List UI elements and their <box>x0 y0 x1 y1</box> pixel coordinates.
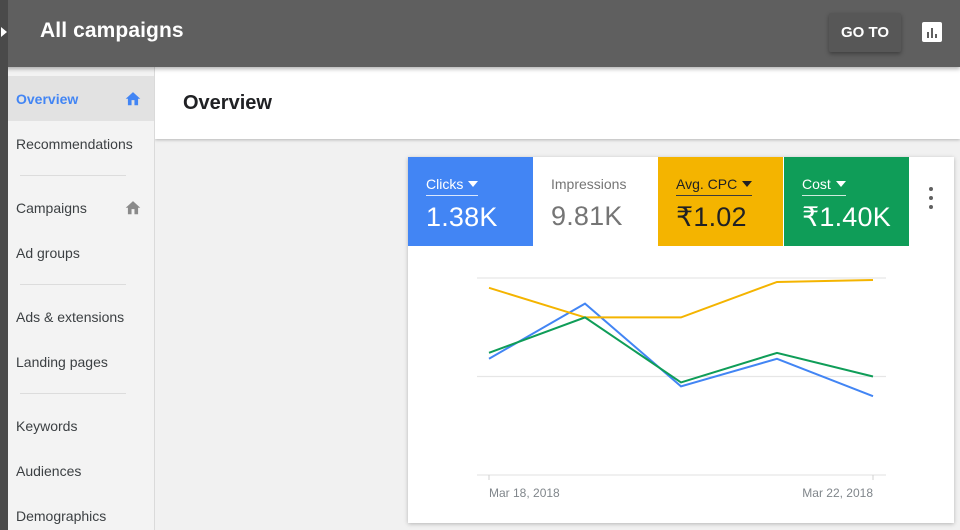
caret-down-icon <box>835 181 846 187</box>
sidebar-divider <box>20 284 126 285</box>
series-line-cost[interactable] <box>488 316 874 384</box>
sidebar-item-label: Overview <box>16 90 79 107</box>
metric-clicks[interactable]: Clicks 1.38K <box>408 157 533 246</box>
metric-value: 1.38K <box>426 202 498 232</box>
sidebar-divider <box>20 393 126 394</box>
top-header: All campaigns GO TO <box>0 0 960 67</box>
metric-impressions[interactable]: Impressions 9.81K <box>533 157 658 246</box>
metric-selector[interactable]: Cost <box>802 176 846 196</box>
metric-selector[interactable]: Avg. CPC <box>676 176 753 196</box>
sidebar-item-label: Demographics <box>16 507 107 524</box>
page-title: Overview <box>183 92 272 114</box>
page-scope-title: All campaigns <box>40 19 184 42</box>
sidebar-item-demographics[interactable]: Demographics <box>8 493 154 530</box>
metric-label: Cost <box>802 176 831 192</box>
sidebar-item-ads-extensions[interactable]: Ads & extensions <box>8 294 154 339</box>
sidebar-item-label: Keywords <box>16 417 78 434</box>
sidebar-item-campaigns[interactable]: Campaigns <box>8 185 154 230</box>
page-title-bar: Overview <box>155 67 960 139</box>
sidebar-item-label: Ads & extensions <box>16 308 125 325</box>
caret-down-icon <box>468 181 479 187</box>
sidebar-divider <box>20 175 126 176</box>
series-line-avg-cpc[interactable] <box>488 278 874 319</box>
metric-value: ₹1.40K <box>802 202 891 232</box>
metric-label: Clicks <box>426 176 464 192</box>
home-icon <box>125 92 141 106</box>
sidebar-toggle[interactable] <box>0 0 8 530</box>
more-vert-icon[interactable] <box>924 187 938 209</box>
bar-chart-icon[interactable] <box>922 22 942 42</box>
sidebar-item-audiences[interactable]: Audiences <box>8 448 154 493</box>
performance-chart-card: Clicks 1.38K Impressions 9.81K Avg. CPC … <box>408 157 954 523</box>
sidebar-item-label: Ad groups <box>16 244 80 261</box>
metric-selector[interactable]: Clicks <box>426 176 479 196</box>
caret-down-icon <box>742 181 753 187</box>
expand-arrow-icon <box>1 27 7 37</box>
sidebar-item-label: Audiences <box>16 462 82 479</box>
sidebar-item-landing-pages[interactable]: Landing pages <box>8 339 154 384</box>
home-icon <box>125 201 141 215</box>
metric-value: ₹1.02 <box>676 202 747 232</box>
metric-label: Impressions <box>551 176 627 192</box>
sidebar-item-keywords[interactable]: Keywords <box>8 403 154 448</box>
metric-avg-cpc[interactable]: Avg. CPC ₹1.02 <box>658 157 783 246</box>
sidebar-item-label: Campaigns <box>16 199 87 216</box>
line-chart: Mar 18, 2018 Mar 22, 2018 <box>477 277 886 500</box>
goto-button[interactable]: GO TO <box>829 13 901 52</box>
sidebar-nav: Overview Recommendations Campaigns Ad gr… <box>8 67 155 530</box>
metric-cost[interactable]: Cost ₹1.40K <box>784 157 909 246</box>
sidebar-item-overview[interactable]: Overview <box>8 76 154 121</box>
sidebar-item-label: Recommendations <box>16 135 133 152</box>
x-tick-label: Mar 18, 2018 <box>489 486 560 500</box>
sidebar-item-recommendations[interactable]: Recommendations <box>8 121 154 166</box>
sidebar-item-ad-groups[interactable]: Ad groups <box>8 230 154 275</box>
metric-value: 9.81K <box>551 201 623 231</box>
x-tick-label: Mar 22, 2018 <box>802 486 873 500</box>
sidebar-item-label: Landing pages <box>16 353 108 370</box>
metric-label: Avg. CPC <box>676 176 738 192</box>
